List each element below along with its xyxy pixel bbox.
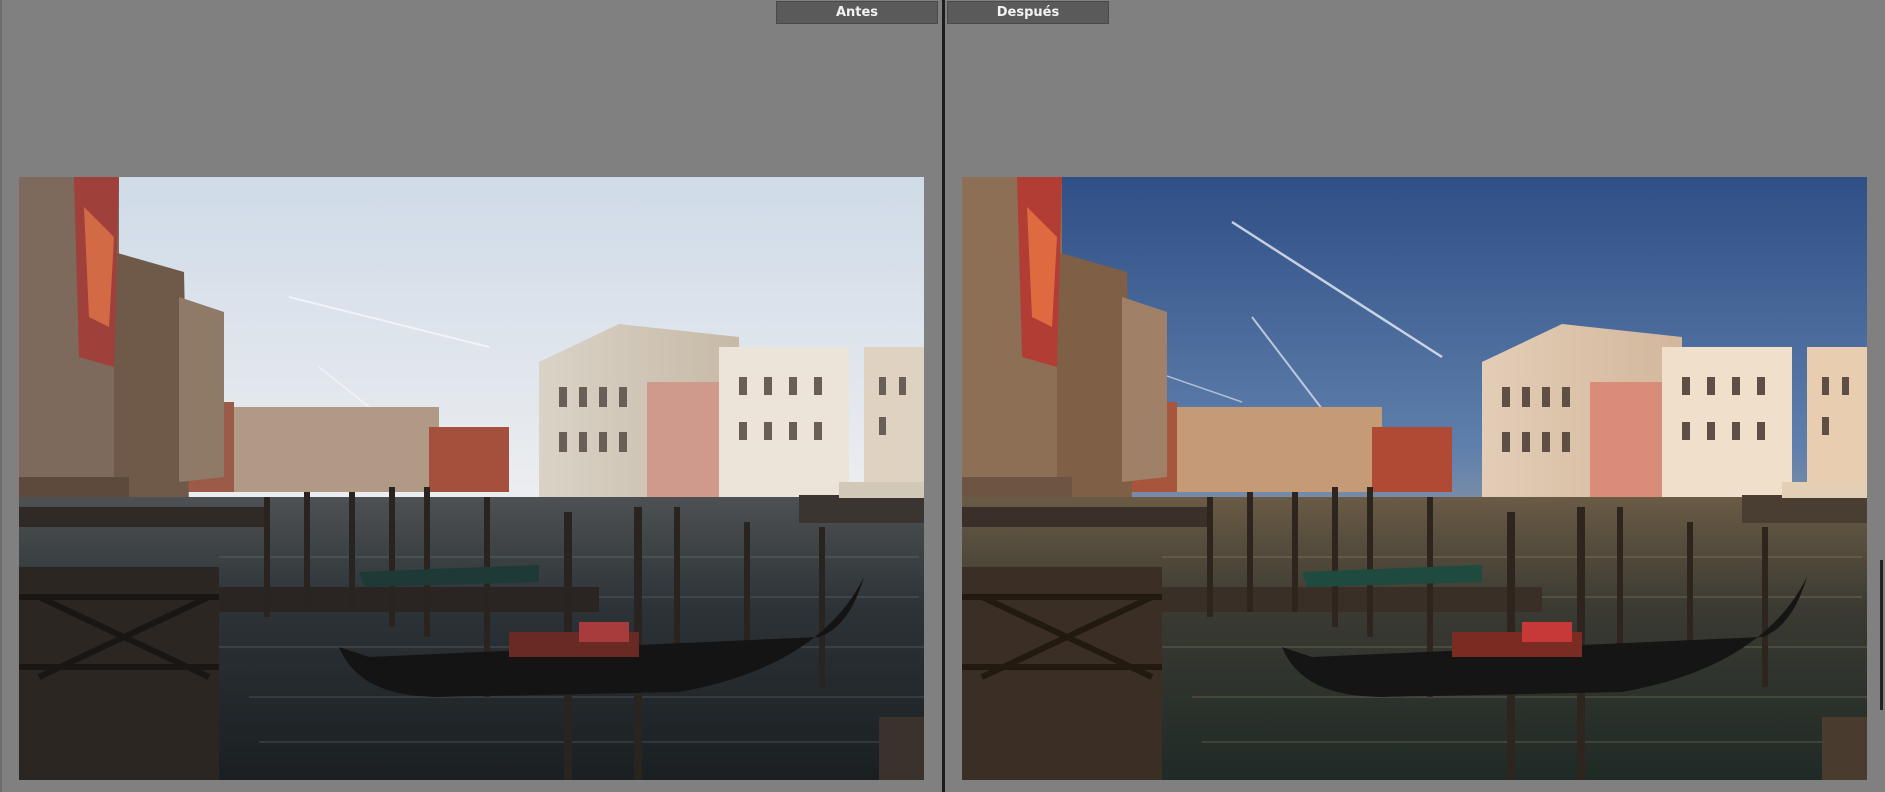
after-photo[interactable] — [962, 177, 1867, 780]
right-edge-marker — [1880, 560, 1883, 710]
before-photo[interactable] — [19, 177, 924, 780]
compare-divider[interactable] — [942, 0, 945, 792]
venice-canal-before-image — [19, 177, 924, 780]
venice-canal-after-image — [962, 177, 1867, 780]
after-label: Después — [947, 1, 1109, 24]
before-label: Antes — [776, 1, 938, 24]
